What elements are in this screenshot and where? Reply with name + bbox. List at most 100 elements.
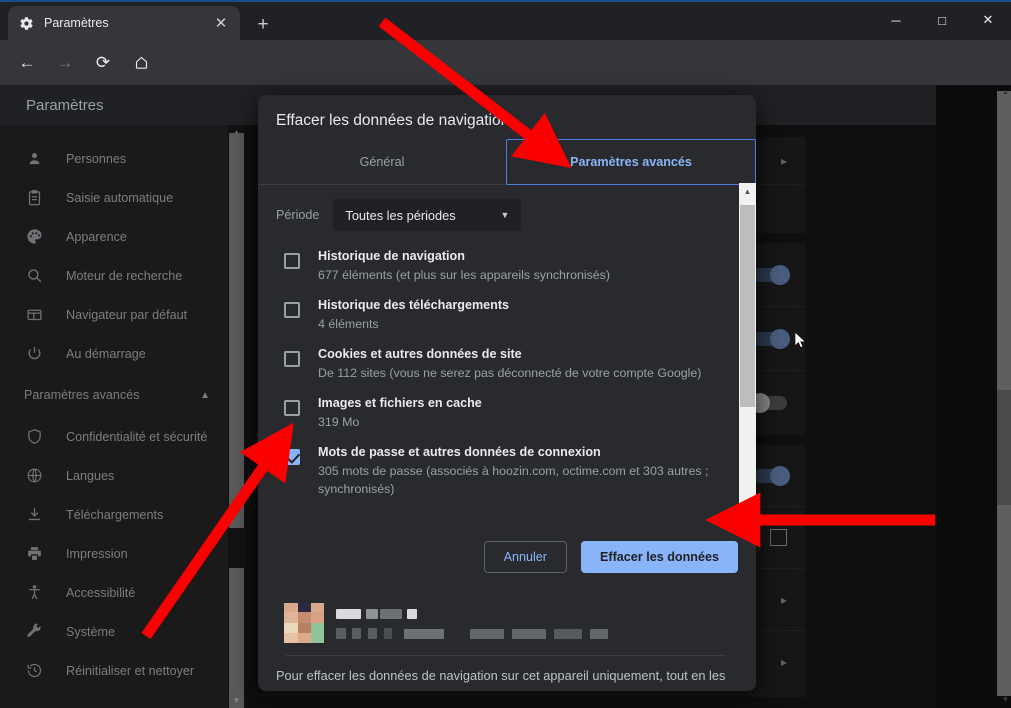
sidebar-group-parametres-avances[interactable]: Paramètres avancés ▲	[0, 373, 228, 417]
option-text: Historique de navigation 677 éléments (e…	[318, 247, 726, 284]
chevron-right-icon: ▸	[781, 655, 787, 669]
option-title: Historique des téléchargements	[318, 298, 509, 312]
sidebar-item-moteur-de-recherche[interactable]: Moteur de recherche	[0, 256, 228, 295]
toggle-switch[interactable]	[753, 268, 787, 282]
browser-tab-parametres[interactable]: Paramètres ✕	[8, 6, 240, 40]
tab-title: Paramètres	[44, 16, 212, 30]
sidebar-item-impression[interactable]: Impression	[0, 534, 228, 573]
dialog-body: Période Toutes les périodes ▼ Historique…	[258, 185, 756, 525]
checkbox[interactable]	[284, 302, 300, 318]
redacted-block	[336, 609, 361, 619]
period-label: Période	[276, 208, 319, 222]
redacted-block	[380, 609, 402, 619]
cancel-button[interactable]: Annuler	[484, 541, 567, 573]
dialog-list-scrollbar[interactable]: ▲ ▼	[739, 183, 756, 525]
sidebar-scrollbar[interactable]: ▲ ▼	[228, 125, 245, 708]
scroll-up-arrow-icon[interactable]: ▲	[742, 187, 753, 196]
back-icon[interactable]: ←	[10, 46, 44, 80]
clear-data-button[interactable]: Effacer les données	[581, 541, 738, 573]
scroll-down-arrow-icon[interactable]: ▼	[1001, 695, 1010, 704]
divider	[286, 655, 726, 656]
scroll-down-arrow-icon[interactable]: ▼	[232, 696, 241, 705]
page-scrollbar[interactable]: ▲ ▼	[993, 85, 1011, 708]
minimize-button[interactable]: ─	[873, 0, 919, 40]
scrollbar-thumb[interactable]	[229, 133, 244, 528]
toggle-switch[interactable]	[753, 332, 787, 346]
checkbox[interactable]	[284, 400, 300, 416]
printer-icon	[24, 544, 44, 564]
sidebar-item-confidentialite-et-securite[interactable]: Confidentialité et sécurité	[0, 417, 228, 456]
sidebar-item-accessibilite[interactable]: Accessibilité	[0, 573, 228, 612]
tab-parametres-avances[interactable]: Paramètres avancés	[506, 139, 756, 185]
sidebar-item-saisie-automatique[interactable]: Saisie automatique	[0, 178, 228, 217]
home-icon[interactable]	[124, 46, 158, 80]
checkbox[interactable]	[284, 351, 300, 367]
option-historique-des-telechargements[interactable]: Historique des téléchargements 4 élément…	[258, 290, 756, 339]
download-icon	[24, 505, 44, 525]
option-cookies-et-autres-donnees-de-site[interactable]: Cookies et autres données de site De 112…	[258, 339, 756, 388]
sidebar-item-telechargements[interactable]: Téléchargements	[0, 495, 228, 534]
sidebar-item-au-demarrage[interactable]: Au démarrage	[0, 334, 228, 373]
window-controls: ─ □ ✕	[873, 0, 1011, 40]
sidebar-item-navigateur-par-defaut[interactable]: Navigateur par défaut	[0, 295, 228, 334]
redacted-block	[554, 629, 582, 639]
signout-link[interactable]: déconnectez-vous	[499, 689, 603, 691]
history-restore-icon	[24, 661, 44, 681]
option-images-et-fichiers-en-cache[interactable]: Images et fichiers en cache 319 Mo	[258, 388, 756, 437]
sidebar-item-systeme[interactable]: Système	[0, 612, 228, 651]
sidebar-item-langues[interactable]: Langues	[0, 456, 228, 495]
option-mots-de-passe[interactable]: Mots de passe et autres données de conne…	[258, 437, 756, 504]
power-icon	[24, 344, 44, 364]
forward-icon[interactable]: →	[48, 46, 82, 80]
chevron-right-icon: ▸	[781, 154, 787, 168]
redacted-block	[352, 628, 361, 639]
sidebar-item-reinitialiser-et-nettoyer[interactable]: Réinitialiser et nettoyer	[0, 651, 228, 690]
dialog-actions: Annuler Effacer les données	[258, 527, 756, 587]
chevron-up-icon: ▲	[200, 390, 210, 401]
option-subtitle: 677 éléments (et plus sur les appareils …	[318, 268, 610, 282]
option-historique-de-navigation[interactable]: Historique de navigation 677 éléments (e…	[258, 241, 756, 290]
sidebar-item-label: Personnes	[66, 152, 126, 166]
dialog-tabs: Général Paramètres avancés	[258, 139, 756, 185]
checkbox[interactable]	[284, 253, 300, 269]
new-tab-button[interactable]: +	[250, 12, 276, 38]
toggle-switch[interactable]	[753, 396, 787, 410]
scroll-down-arrow-icon[interactable]: ▼	[742, 512, 753, 521]
tab-general[interactable]: Général	[258, 139, 506, 185]
window-accent-line	[0, 0, 1011, 2]
close-window-button[interactable]: ✕	[965, 0, 1011, 40]
option-subtitle: 319 Mo	[318, 415, 359, 429]
sidebar-item-label: Accessibilité	[66, 586, 135, 600]
close-icon[interactable]: ✕	[212, 14, 230, 32]
globe-icon	[24, 466, 44, 486]
palette-icon	[24, 227, 44, 247]
option-text: Mots de passe et autres données de conne…	[318, 443, 726, 498]
gear-icon	[18, 15, 34, 31]
page-title: Paramètres	[26, 97, 104, 114]
sidebar-item-label: Téléchargements	[66, 508, 163, 522]
period-select[interactable]: Toutes les périodes ▼	[333, 199, 521, 231]
scrollbar-thumb[interactable]	[740, 205, 755, 407]
scrollbar-thumb-lower[interactable]	[229, 568, 244, 708]
maximize-button[interactable]: □	[919, 0, 965, 40]
external-link-icon[interactable]	[770, 529, 787, 546]
sidebar-item-apparence[interactable]: Apparence	[0, 217, 228, 256]
redacted-block	[470, 629, 504, 639]
redacted-block	[384, 628, 392, 639]
shield-icon	[24, 427, 44, 447]
wrench-icon	[24, 622, 44, 642]
mouse-cursor	[795, 332, 807, 350]
scroll-up-arrow-icon[interactable]: ▲	[1001, 87, 1010, 96]
title-bar: Paramètres ✕ + ─ □ ✕	[0, 0, 1011, 40]
chevron-right-icon: ▸	[781, 593, 787, 607]
reload-icon[interactable]: ⟳	[86, 46, 120, 80]
sidebar-item-personnes[interactable]: Personnes	[0, 139, 228, 178]
redacted-block	[336, 628, 346, 639]
scrollbar-thumb[interactable]	[997, 390, 1011, 505]
checkbox-checked[interactable]	[284, 449, 300, 465]
sidebar-item-label: Impression	[66, 547, 128, 561]
toggle-switch[interactable]	[753, 469, 787, 483]
dialog-footer-note: Pour effacer les données de navigation s…	[276, 665, 728, 691]
period-value: Toutes les périodes	[345, 208, 500, 223]
option-title: Images et fichiers en cache	[318, 396, 482, 410]
